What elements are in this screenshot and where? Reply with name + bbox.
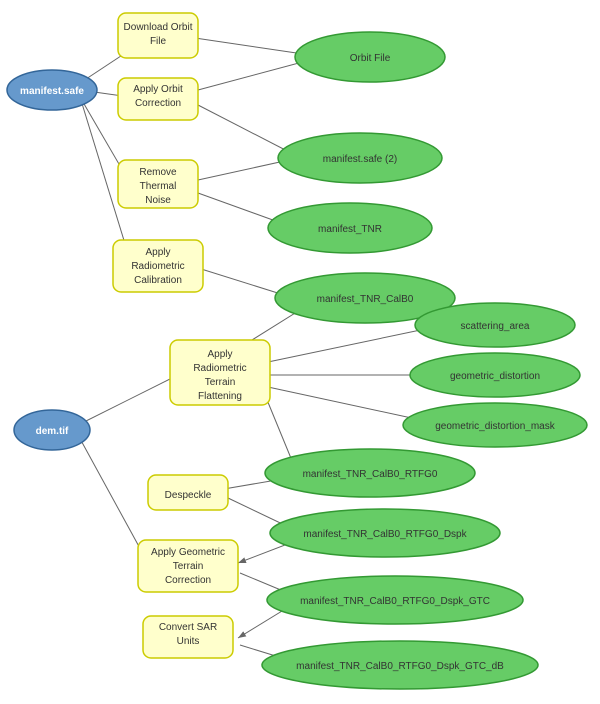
svg-text:Despeckle: Despeckle (165, 490, 212, 501)
node-scattering-area: scattering_area (415, 303, 575, 347)
svg-text:manifest.safe (2): manifest.safe (2) (323, 154, 397, 165)
svg-text:manifest_TNR_CalB0_RTFG0_Dspk: manifest_TNR_CalB0_RTFG0_Dspk (303, 529, 467, 540)
svg-text:Calibration: Calibration (134, 275, 182, 286)
node-remove-thermal: Remove Thermal Noise (118, 160, 198, 208)
svg-text:File: File (150, 36, 167, 47)
node-dem-tif: dem.tif (14, 410, 90, 450)
node-apply-radiometric: Apply Radiometric Calibration (113, 240, 203, 292)
node-manifest-tnr: manifest_TNR (268, 203, 432, 253)
workflow-diagram: manifest.safe dem.tif Download Orbit Fil… (0, 0, 600, 704)
svg-text:Apply: Apply (145, 247, 170, 258)
node-download-orbit: Download Orbit File (118, 13, 198, 58)
svg-text:Download Orbit: Download Orbit (124, 22, 193, 33)
node-geometric-distortion: geometric_distortion (410, 353, 580, 397)
node-manifest-safe: manifest.safe (7, 70, 97, 110)
node-manifest-gtc: manifest_TNR_CalB0_RTFG0_Dspk_GTC (267, 576, 523, 624)
svg-text:Apply Geometric: Apply Geometric (151, 547, 225, 558)
svg-text:manifest_TNR_CalB0_RTFG0_Dspk_: manifest_TNR_CalB0_RTFG0_Dspk_GTC_dB (296, 661, 504, 672)
node-manifest-dspk: manifest_TNR_CalB0_RTFG0_Dspk (270, 509, 500, 557)
edge-download-orbit (195, 38, 310, 55)
node-despeckle: Despeckle (148, 475, 228, 510)
svg-text:Orbit File: Orbit File (350, 53, 391, 64)
node-manifest-safe2: manifest.safe (2) (278, 133, 442, 183)
svg-text:Terrain: Terrain (205, 377, 236, 388)
svg-text:Noise: Noise (145, 195, 171, 206)
svg-text:manifest_TNR_CalB0_RTFG0: manifest_TNR_CalB0_RTFG0 (303, 469, 438, 480)
edge-rtf-scattering (268, 328, 430, 362)
svg-text:Flattening: Flattening (198, 391, 242, 402)
svg-text:manifest_TNR_CalB0_RTFG0_Dspk_: manifest_TNR_CalB0_RTFG0_Dspk_GTC (300, 596, 490, 607)
node-geometric-distortion-mask: geometric_distortion_mask (403, 403, 587, 447)
svg-text:Terrain: Terrain (173, 561, 204, 572)
edge-applyorbit-manifest2 (198, 105, 295, 155)
svg-text:manifest.safe: manifest.safe (20, 86, 84, 97)
node-convert-sar: Convert SAR Units (143, 616, 233, 658)
svg-text:Remove: Remove (139, 167, 177, 178)
node-apply-rtf: Apply Radiometric Terrain Flattening (170, 340, 270, 405)
edge-dem-gtc (78, 435, 148, 563)
edge-applyorbit-orbit (198, 60, 310, 90)
svg-text:Correction: Correction (135, 98, 181, 109)
node-orbit-file: Orbit File (295, 32, 445, 82)
svg-text:Radiometric: Radiometric (193, 363, 246, 374)
svg-text:Radiometric: Radiometric (131, 261, 184, 272)
svg-text:manifest_TNR: manifest_TNR (318, 224, 382, 235)
edge-rtf-geodistmask (268, 387, 430, 422)
node-manifest-db: manifest_TNR_CalB0_RTFG0_Dspk_GTC_dB (262, 641, 538, 689)
node-apply-orbit: Apply Orbit Correction (118, 78, 198, 120)
node-manifest-rtfg0: manifest_TNR_CalB0_RTFG0 (265, 449, 475, 497)
svg-text:Units: Units (177, 636, 200, 647)
svg-text:manifest_TNR_CalB0: manifest_TNR_CalB0 (317, 294, 414, 305)
svg-text:dem.tif: dem.tif (36, 426, 69, 437)
svg-text:Apply Orbit: Apply Orbit (133, 84, 183, 95)
node-apply-gtc: Apply Geometric Terrain Correction (138, 540, 238, 592)
svg-text:geometric_distortion: geometric_distortion (450, 371, 540, 382)
svg-text:Thermal: Thermal (140, 181, 177, 192)
svg-text:scattering_area: scattering_area (461, 321, 530, 332)
svg-text:Correction: Correction (165, 575, 211, 586)
svg-text:geometric_distortion_mask: geometric_distortion_mask (435, 421, 555, 432)
svg-text:Apply: Apply (207, 349, 232, 360)
svg-text:Convert SAR: Convert SAR (159, 622, 217, 633)
